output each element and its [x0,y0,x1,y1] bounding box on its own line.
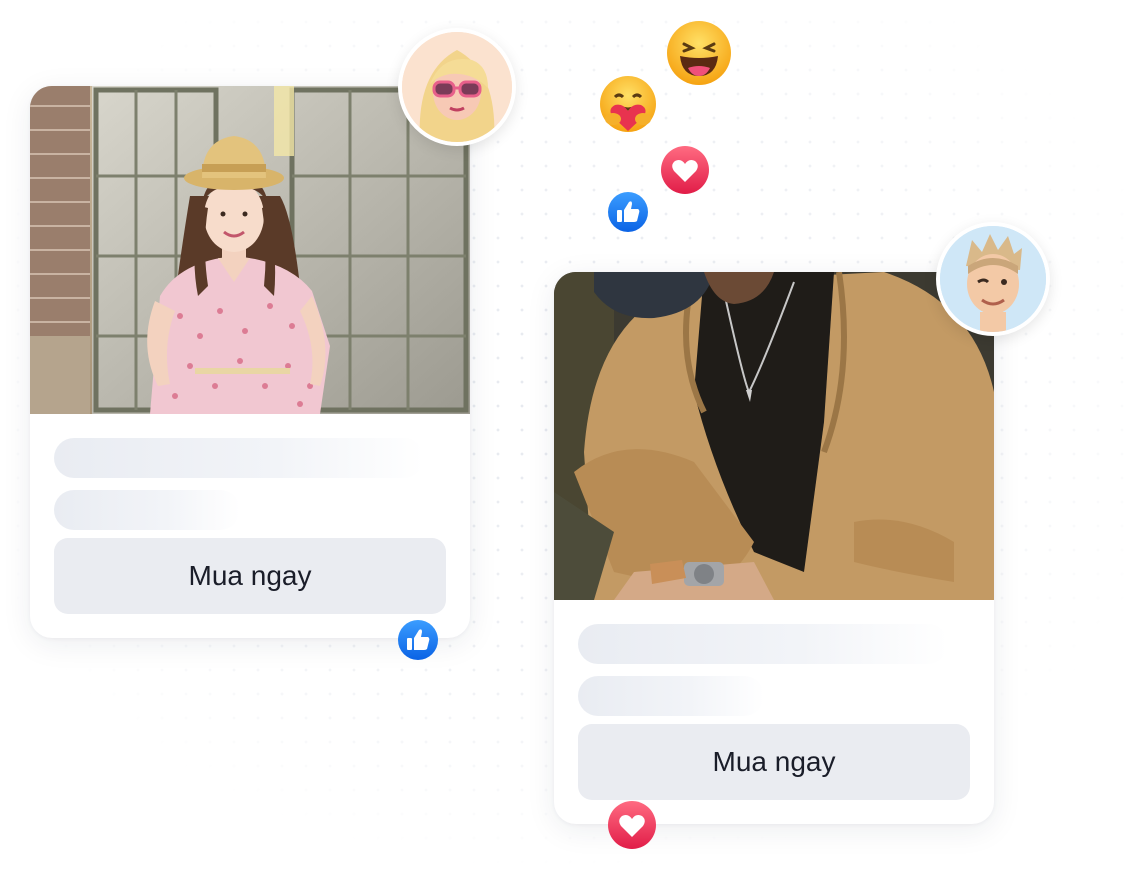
product-card-woman: Mua ngay [30,86,470,638]
haha-reaction-icon [666,20,732,86]
skeleton-line-price [578,676,764,716]
product-card-man: Mua ngay [554,272,994,824]
buy-now-button[interactable]: Mua ngay [54,538,446,614]
like-reaction-icon [397,619,439,661]
man-memoji-avatar [936,222,1050,336]
skeleton-line-price [54,490,240,530]
skeleton-line-title [578,624,948,664]
love-reaction-icon [660,145,710,195]
love-reaction-icon [607,800,657,850]
product-photo-woman [30,86,470,414]
care-reaction-icon [599,75,657,133]
buy-now-button[interactable]: Mua ngay [578,724,970,800]
product-photo-man [554,272,994,600]
woman-memoji-avatar [398,28,516,146]
skeleton-line-title [54,438,424,478]
like-reaction-icon [607,191,649,233]
